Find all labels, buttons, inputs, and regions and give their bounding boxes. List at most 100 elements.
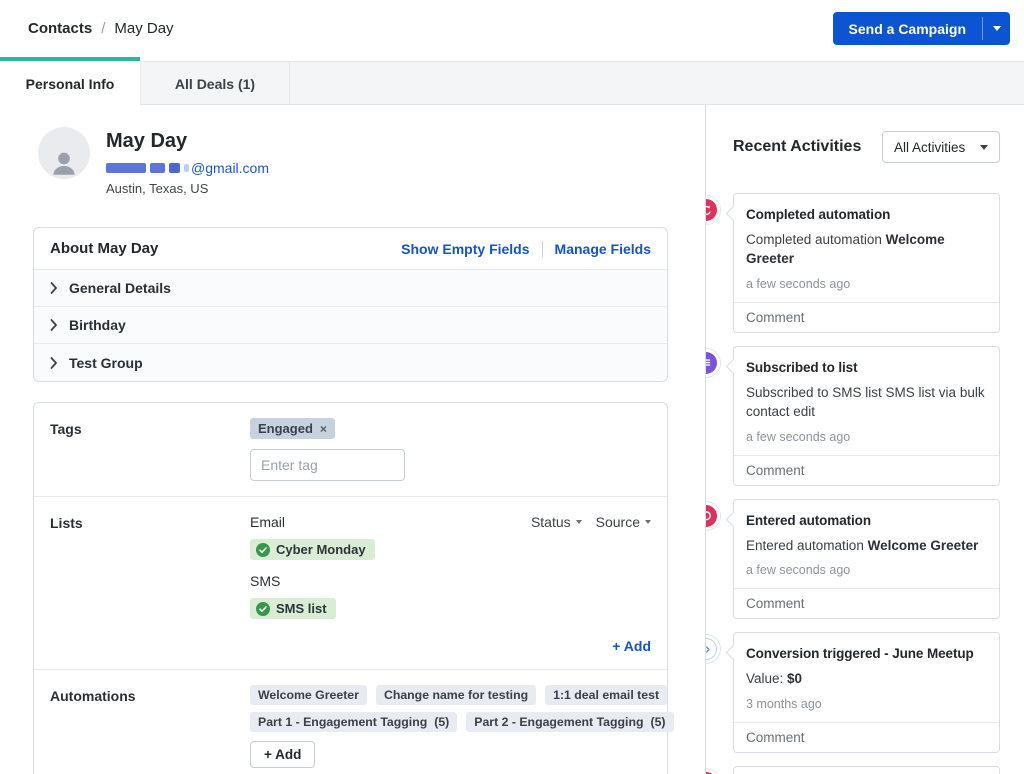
automation-welcome-greeter[interactable]: Welcome Greeter — [250, 685, 367, 705]
automation-name: 1:1 deal email test — [553, 688, 659, 702]
activity-card-body: Conversion triggered - June Meetup Value… — [734, 633, 999, 722]
activity-timestamp: a few seconds ago — [746, 563, 987, 577]
source-filter-label: Source — [596, 514, 640, 530]
tags-label: Tags — [50, 418, 250, 481]
activity-card-completed-automation: Completed automation Completed automatio… — [733, 193, 1000, 333]
breadcrumb-contacts-link[interactable]: Contacts — [28, 20, 92, 37]
redacted-email-segment — [169, 163, 180, 173]
status-filter-dropdown[interactable]: Status — [531, 514, 582, 530]
send-campaign-split-button: Send a Campaign — [833, 12, 1010, 45]
activity-text: Completed automation — [746, 232, 886, 247]
comment-button[interactable]: Comment — [734, 302, 999, 332]
redacted-email-segment — [106, 163, 146, 173]
automation-pills: Welcome Greeter Change name for testing … — [250, 685, 674, 732]
manage-fields-link[interactable]: Manage Fields — [555, 241, 651, 257]
activity-card-subscribed-to-list: Subscribed to list Subscribed to SMS lis… — [733, 346, 1000, 486]
activity-card-completed-automation: Completed automation Completed automatio… — [733, 766, 1000, 774]
chevron-down-icon — [993, 26, 1001, 31]
list-item-sms-list[interactable]: SMS list — [250, 598, 336, 619]
chevron-right-icon — [50, 357, 58, 369]
section-label: Birthday — [69, 317, 126, 333]
recent-activities-panel: Recent Activities All Activities — [705, 105, 1024, 774]
tag-input[interactable] — [250, 449, 405, 481]
activities-filter-dropdown[interactable]: All Activities — [882, 131, 1000, 163]
activity-timestamp: a few seconds ago — [746, 430, 987, 444]
tab-all-deals[interactable]: All Deals (1) — [140, 61, 290, 105]
conversion-target-icon — [705, 638, 717, 660]
automation-count: (5) — [650, 715, 665, 729]
sms-channel-label: SMS — [250, 573, 651, 589]
tag-engaged[interactable]: Engaged × — [250, 418, 335, 439]
timeline-node — [705, 195, 721, 225]
automations-label: Automations — [50, 685, 250, 768]
about-panel: About May Day Show Empty Fields Manage F… — [33, 227, 668, 382]
breadcrumb: Contacts / May Day — [28, 20, 174, 37]
activity-card-body: Entered automation Entered automation We… — [734, 500, 999, 589]
add-automation-button[interactable]: + Add — [250, 741, 315, 768]
list-filters: Status Source — [531, 514, 651, 530]
chevron-right-icon — [50, 319, 58, 331]
show-empty-fields-link[interactable]: Show Empty Fields — [401, 241, 529, 257]
contact-email[interactable]: @gmail.com — [106, 160, 269, 176]
check-circle-icon — [256, 602, 270, 616]
section-birthday[interactable]: Birthday — [34, 307, 667, 344]
automation-pill-row: Part 1 - Engagement Tagging (5) Part 2 -… — [250, 712, 674, 732]
automation-change-name[interactable]: Change name for testing — [376, 685, 536, 705]
about-panel-header: About May Day Show Empty Fields Manage F… — [34, 228, 667, 270]
activity-card-conversion-triggered: Conversion triggered - June Meetup Value… — [733, 632, 1000, 753]
source-filter-dropdown[interactable]: Source — [596, 514, 651, 530]
chevron-down-icon — [980, 145, 988, 150]
tab-bar: Personal Info All Deals (1) — [0, 57, 1024, 105]
contact-detail-page: Contacts / May Day Send a Campaign Perso… — [0, 0, 1024, 774]
activity-title: Entered automation — [746, 513, 987, 528]
comment-button[interactable]: Comment — [734, 588, 999, 618]
breadcrumb-current-contact: May Day — [114, 20, 173, 37]
list-icon — [705, 352, 717, 374]
list-name: SMS list — [276, 601, 327, 616]
automation-part1-engagement[interactable]: Part 1 - Engagement Tagging (5) — [250, 712, 457, 732]
automations-section: Automations Welcome Greeter Change name … — [34, 669, 667, 774]
automation-name: Change name for testing — [384, 688, 528, 702]
automation-deal-email-test[interactable]: 1:1 deal email test — [545, 685, 667, 705]
section-test-group[interactable]: Test Group — [34, 344, 667, 381]
timeline-node — [705, 501, 721, 531]
lists-section: Lists Status Source Email — [34, 496, 667, 669]
tab-personal-info[interactable]: Personal Info — [0, 57, 140, 106]
activity-description: Entered automation Welcome Greeter — [746, 537, 987, 556]
activity-timestamp: 3 months ago — [746, 697, 987, 711]
timeline-node — [705, 348, 721, 378]
main-content: May Day @gmail.com Austin, Texas, US Abo… — [0, 105, 1024, 774]
add-list-link[interactable]: + Add — [250, 638, 651, 654]
automation-count: (5) — [434, 715, 449, 729]
section-general-details[interactable]: General Details — [34, 270, 667, 307]
automations-content: Welcome Greeter Change name for testing … — [250, 685, 674, 768]
list-item-cyber-monday[interactable]: Cyber Monday — [250, 539, 375, 560]
send-campaign-button[interactable]: Send a Campaign — [833, 12, 982, 45]
timeline-node — [705, 634, 721, 664]
status-filter-label: Status — [531, 514, 571, 530]
activity-title: Subscribed to list — [746, 360, 987, 375]
details-panel: Tags Engaged × Lists Status — [33, 402, 668, 774]
comment-button[interactable]: Comment — [734, 455, 999, 485]
automation-pill-row: Welcome Greeter Change name for testing … — [250, 685, 674, 705]
breadcrumb-separator: / — [101, 20, 105, 37]
activity-text: Value: — [746, 671, 787, 686]
activity-text-bold: Welcome Greeter — [868, 538, 979, 553]
tag-label: Engaged — [258, 421, 313, 436]
comment-button[interactable]: Comment — [734, 722, 999, 752]
activity-description: Subscribed to SMS list SMS list via bulk… — [746, 384, 987, 422]
tags-content: Engaged × — [250, 418, 651, 481]
contact-location: Austin, Texas, US — [106, 181, 269, 196]
automation-part2-engagement[interactable]: Part 2 - Engagement Tagging (5) — [466, 712, 673, 732]
check-circle-icon — [256, 543, 270, 557]
activity-title: Conversion triggered - June Meetup — [746, 646, 987, 661]
tags-section: Tags Engaged × — [34, 403, 667, 496]
activity-text: Subscribed to SMS list SMS list via bulk… — [746, 385, 985, 419]
avatar — [38, 127, 90, 179]
activity-text-bold: $0 — [787, 671, 802, 686]
person-icon — [47, 145, 81, 179]
redacted-email-segment — [184, 164, 189, 172]
activity-card-entered-automation: Entered automation Entered automation We… — [733, 499, 1000, 620]
remove-tag-icon[interactable]: × — [320, 422, 327, 436]
send-campaign-dropdown-toggle[interactable] — [983, 12, 1010, 45]
